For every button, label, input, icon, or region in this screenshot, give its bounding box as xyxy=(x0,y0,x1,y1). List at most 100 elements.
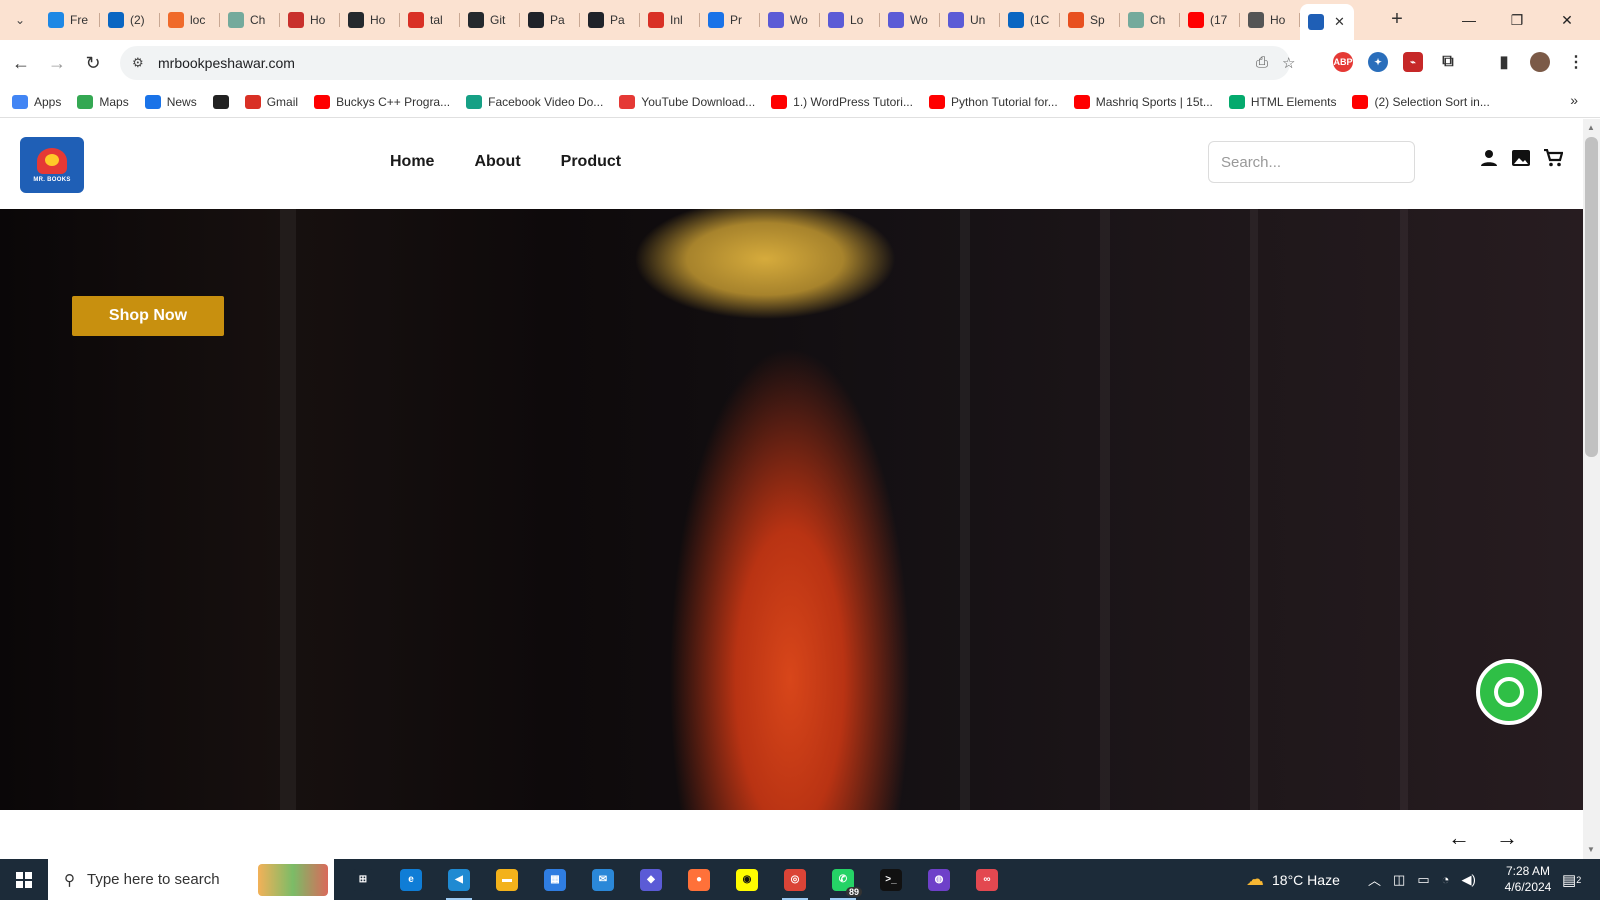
browser-tab[interactable]: Ch xyxy=(1120,4,1180,36)
close-tab-icon[interactable]: ✕ xyxy=(1334,14,1345,30)
back-icon[interactable]: ← xyxy=(8,50,34,76)
bookmark-star-icon[interactable]: ☆ xyxy=(1282,54,1295,72)
shop-now-button[interactable]: Shop Now xyxy=(72,296,224,336)
nav-home[interactable]: Home xyxy=(390,153,434,171)
extensions-puzzle-icon[interactable]: ⧉ xyxy=(1438,52,1458,72)
battery-icon[interactable]: ▭ xyxy=(1417,872,1429,888)
browser-tab[interactable]: (2) xyxy=(100,4,160,36)
bookmark-item[interactable]: Maps xyxy=(77,94,129,109)
address-bar[interactable]: ⚙ mrbookpeshawar.com ⎙ ☆ xyxy=(120,46,1295,80)
new-tab-button[interactable]: + xyxy=(1384,7,1410,33)
site-info-icon[interactable]: ⚙ xyxy=(132,55,144,71)
browser-tab[interactable]: Fre xyxy=(40,4,100,36)
bookmark-item[interactable] xyxy=(212,94,229,109)
side-panel-icon[interactable]: ▮ xyxy=(1494,52,1514,72)
browser-tab[interactable]: Ch xyxy=(220,4,280,36)
taskbar-app[interactable]: ◀ xyxy=(436,859,482,900)
clock[interactable]: 7:28 AM 4/6/2024 xyxy=(1500,863,1556,895)
browser-tab[interactable]: Ho xyxy=(280,4,340,36)
taskbar-app[interactable]: ◎ xyxy=(772,859,818,900)
taskbar-app[interactable]: e xyxy=(388,859,434,900)
extension-icon[interactable]: ✦ xyxy=(1368,52,1388,72)
taskbar-app[interactable]: ✆ 89 xyxy=(820,859,866,900)
browser-tab[interactable]: Inl xyxy=(640,4,700,36)
browser-tab-active[interactable]: ✕ xyxy=(1300,4,1354,40)
bookmark-item[interactable]: (2) Selection Sort in... xyxy=(1352,94,1490,109)
nav-product[interactable]: Product xyxy=(561,153,621,171)
tab-title: loc xyxy=(190,13,206,27)
browser-tab[interactable]: tal xyxy=(400,4,460,36)
browser-tab[interactable]: Wo xyxy=(880,4,940,36)
browser-tab[interactable]: Un xyxy=(940,4,1000,36)
install-app-icon[interactable]: ⎙ xyxy=(1256,54,1268,71)
bookmark-item[interactable]: HTML Elements xyxy=(1228,94,1336,109)
site-logo[interactable]: MR. BOOKS xyxy=(20,137,84,193)
gallery-image-icon[interactable] xyxy=(1510,147,1532,169)
browser-tab[interactable]: Pa xyxy=(580,4,640,36)
url-text[interactable]: mrbookpeshawar.com xyxy=(158,55,295,71)
minimize-icon[interactable]: — xyxy=(1446,0,1492,40)
taskbar-app[interactable]: ▬ xyxy=(484,859,530,900)
bookmark-item[interactable]: Facebook Video Do... xyxy=(466,94,603,109)
bookmark-item[interactable]: Apps xyxy=(12,94,61,109)
page-scrollbar[interactable]: ▲ ▼ xyxy=(1583,119,1600,859)
close-window-icon[interactable]: ✕ xyxy=(1544,0,1590,40)
reload-icon[interactable]: ↻ xyxy=(80,50,106,76)
shopping-cart-icon[interactable] xyxy=(1542,147,1564,169)
pdf-extension-icon[interactable]: ⌁ xyxy=(1403,52,1423,72)
bookmark-item[interactable]: YouTube Download... xyxy=(619,94,755,109)
taskbar-app[interactable]: ✉ xyxy=(580,859,626,900)
tab-search-button[interactable]: ⌄ xyxy=(8,8,32,32)
taskbar-app[interactable]: >_ xyxy=(868,859,914,900)
meet-now-icon[interactable]: ◫ xyxy=(1393,872,1405,888)
start-button[interactable] xyxy=(0,859,48,900)
scrollbar-thumb[interactable] xyxy=(1585,137,1598,457)
browser-tab[interactable]: (1C xyxy=(1000,4,1060,36)
weather-widget[interactable]: ☁ 18°C Haze xyxy=(1246,859,1340,900)
taskbar-app[interactable]: ◉ xyxy=(724,859,770,900)
taskbar-app[interactable]: ◍ xyxy=(916,859,962,900)
user-account-icon[interactable] xyxy=(1478,147,1500,169)
taskbar-app[interactable]: ▦ xyxy=(532,859,578,900)
browser-tab[interactable]: Git xyxy=(460,4,520,36)
bookmark-item[interactable]: Gmail xyxy=(244,94,298,109)
bookshelf-decoration xyxy=(1250,209,1258,810)
bookmark-item[interactable]: 1.) WordPress Tutori... xyxy=(771,94,913,109)
whatsapp-chat-icon[interactable] xyxy=(1476,659,1542,725)
arrow-right-icon[interactable]: → xyxy=(1496,825,1518,851)
taskbar-search[interactable]: ⚲ Type here to search xyxy=(48,859,334,900)
browser-tab[interactable]: Wo xyxy=(760,4,820,36)
notifications-icon[interactable]: ▤ 2 xyxy=(1562,859,1581,900)
scroll-down-icon[interactable]: ▼ xyxy=(1587,845,1595,854)
file-explorer-icon: ▬ xyxy=(496,868,518,891)
scroll-up-icon[interactable]: ▲ xyxy=(1587,123,1595,132)
profile-avatar[interactable] xyxy=(1530,52,1550,72)
adblock-plus-icon[interactable]: ABP xyxy=(1333,52,1353,72)
volume-icon[interactable]: ◀) xyxy=(1461,872,1475,888)
browser-tab[interactable]: (17 xyxy=(1180,4,1240,36)
show-hidden-icons-icon[interactable]: ︿ xyxy=(1368,870,1381,889)
site-search-input[interactable] xyxy=(1208,141,1415,183)
restore-icon[interactable]: ❐ xyxy=(1494,0,1540,40)
taskbar-app[interactable]: ⊞ xyxy=(340,859,386,900)
taskbar-app[interactable]: ◆ xyxy=(628,859,674,900)
taskbar-app[interactable]: ● xyxy=(676,859,722,900)
browser-tab[interactable]: loc xyxy=(160,4,220,36)
forward-icon[interactable]: → xyxy=(44,50,70,76)
browser-tab[interactable]: Ho xyxy=(1240,4,1300,36)
more-bookmarks-icon[interactable]: » xyxy=(1570,92,1578,108)
browser-tab[interactable]: Ho xyxy=(340,4,400,36)
browser-tab[interactable]: Pr xyxy=(700,4,760,36)
wifi-icon[interactable]: ◔ xyxy=(1442,872,1450,887)
taskbar-app[interactable]: ∞ xyxy=(964,859,1010,900)
browser-tab[interactable]: Lo xyxy=(820,4,880,36)
bookmark-item[interactable]: Python Tutorial for... xyxy=(928,94,1058,109)
browser-tab[interactable]: Sp xyxy=(1060,4,1120,36)
browser-tab[interactable]: Pa xyxy=(520,4,580,36)
browser-menu-icon[interactable]: ⋮ xyxy=(1566,52,1586,72)
arrow-left-icon[interactable]: ← xyxy=(1448,825,1470,851)
bookmark-item[interactable]: Mashriq Sports | 15t... xyxy=(1073,94,1213,109)
bookmark-item[interactable]: Buckys C++ Progra... xyxy=(314,94,450,109)
bookmark-item[interactable]: News xyxy=(144,94,197,109)
nav-about[interactable]: About xyxy=(474,153,520,171)
